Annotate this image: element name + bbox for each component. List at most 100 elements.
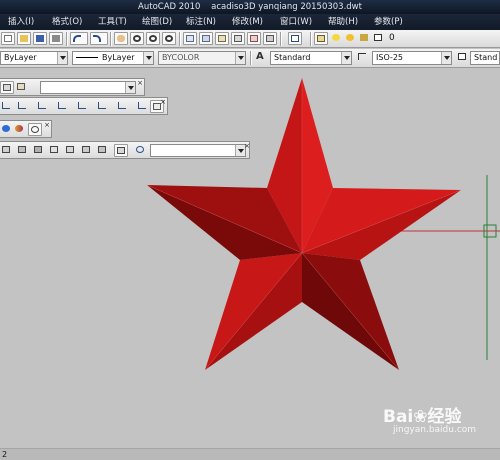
chevron-down-icon[interactable]	[57, 52, 67, 64]
properties-toolbar: ByLayer ByLayer BYCOLOR A Standard ISO-2…	[0, 49, 500, 68]
markup-button[interactable]	[247, 32, 261, 45]
menu-draw[interactable]: 绘图(D)	[142, 14, 172, 30]
layer-states-button[interactable]	[0, 81, 14, 94]
calculator-button[interactable]	[263, 32, 277, 45]
sphere-blue-icon	[2, 125, 10, 132]
ucs-view-button[interactable]	[76, 100, 90, 113]
sheet-set-icon	[234, 35, 242, 42]
layer-match-button[interactable]	[15, 81, 29, 94]
view-floating-toolbar: ×	[0, 141, 250, 159]
view-top-button[interactable]	[0, 144, 14, 157]
ucs-world-button[interactable]	[0, 100, 14, 113]
markup-icon	[250, 35, 258, 42]
pan-button[interactable]	[114, 32, 128, 45]
menu-format[interactable]: 格式(O)	[52, 14, 82, 30]
menu-modify[interactable]: 修改(M)	[232, 14, 263, 30]
new-button[interactable]	[1, 32, 15, 45]
undo-button[interactable]	[70, 32, 88, 45]
visual-style-realistic-button[interactable]	[0, 123, 14, 136]
menu-tools[interactable]: 工具(T)	[98, 14, 127, 30]
sheet-set-button[interactable]	[231, 32, 245, 45]
ucs-floating-toolbar: ×	[0, 97, 168, 115]
named-views-dropdown[interactable]	[150, 144, 246, 157]
view-left-button[interactable]	[32, 144, 46, 157]
file-title: acadiso3D yanqiang 20150303.dwt	[211, 2, 362, 12]
zoom-realtime-button[interactable]	[130, 32, 144, 45]
ucs-previous-button[interactable]	[16, 100, 30, 113]
help-button[interactable]	[288, 32, 302, 45]
redo-button[interactable]	[90, 32, 108, 45]
undo-icon	[73, 35, 81, 42]
layer-floating-dropdown[interactable]	[40, 81, 136, 94]
close-icon[interactable]: ×	[137, 80, 143, 87]
properties-button[interactable]	[183, 32, 197, 45]
menu-help[interactable]: 帮助(H)	[328, 14, 358, 30]
cube-icon	[82, 146, 90, 153]
zoom-window-button[interactable]	[146, 32, 160, 45]
dimension-style-control[interactable]: ISO-25	[372, 51, 452, 65]
cube-icon	[98, 146, 106, 153]
text-style-control[interactable]: Standard	[270, 51, 352, 65]
view-se-iso-button[interactable]	[64, 144, 78, 157]
view-ne-iso-button[interactable]	[80, 144, 94, 157]
text-style-value: Standard	[274, 53, 311, 62]
new-icon	[4, 35, 12, 42]
menu-window[interactable]: 窗口(W)	[280, 14, 312, 30]
close-icon[interactable]: ×	[244, 143, 250, 150]
chevron-down-icon[interactable]	[341, 52, 351, 64]
dimension-style-button[interactable]	[356, 51, 370, 64]
close-icon[interactable]: ×	[160, 99, 166, 106]
layer-lock-toggle[interactable]	[358, 32, 372, 45]
layer-manager-button[interactable]	[314, 32, 328, 45]
table-style-value: Stand	[474, 53, 498, 62]
named-views-button[interactable]	[134, 144, 148, 157]
ucs-object-button[interactable]	[56, 100, 70, 113]
ucs-3point-button[interactable]	[136, 100, 150, 113]
visual-style-manager-button[interactable]	[28, 123, 42, 136]
view-sw-iso-button[interactable]	[48, 144, 62, 157]
view-nw-iso-button[interactable]	[96, 144, 110, 157]
layout-tabs-bar: 2	[0, 448, 500, 460]
dimension-style-value: ISO-25	[376, 53, 404, 62]
color-control[interactable]: ByLayer	[0, 51, 68, 65]
design-center-icon	[202, 35, 210, 42]
view-front-button[interactable]	[16, 144, 30, 157]
menu-parameters[interactable]: 参数(P)	[374, 14, 403, 30]
text-style-button[interactable]: A	[254, 51, 268, 64]
ucs-zaxis-button[interactable]	[116, 100, 130, 113]
layer-match-icon	[17, 83, 25, 90]
menu-dimension[interactable]: 标注(N)	[186, 14, 216, 30]
open-button[interactable]	[17, 32, 31, 45]
ucs-face-icon	[38, 102, 46, 109]
zoom-previous-button[interactable]	[162, 32, 176, 45]
layer-color-swatch[interactable]	[372, 32, 386, 45]
layout-tab[interactable]: 2	[2, 450, 7, 459]
ucs-view-icon	[78, 102, 86, 109]
print-button[interactable]	[49, 32, 63, 45]
ucs-face-button[interactable]	[36, 100, 50, 113]
layer-bulb-toggle[interactable]	[330, 32, 344, 45]
properties-icon	[186, 35, 194, 42]
tool-palettes-button[interactable]	[215, 32, 229, 45]
drawing-canvas[interactable]	[0, 0, 500, 460]
layer-sun-toggle[interactable]	[344, 32, 358, 45]
visual-style-conceptual-button[interactable]	[13, 123, 27, 136]
table-style-control[interactable]: Stand	[470, 51, 500, 65]
paw-icon: ❀	[413, 407, 428, 427]
camera-button[interactable]	[114, 144, 128, 157]
chevron-down-icon[interactable]	[235, 52, 245, 64]
design-center-button[interactable]	[199, 32, 213, 45]
close-icon[interactable]: ×	[44, 122, 50, 129]
menu-insert[interactable]: 插入(I)	[8, 14, 34, 30]
chevron-down-icon[interactable]	[441, 52, 451, 64]
sphere-colored-icon	[15, 125, 23, 132]
lineweight-control[interactable]: BYCOLOR	[158, 51, 246, 65]
layers-floating-toolbar: ×	[0, 78, 145, 96]
chevron-down-icon[interactable]	[143, 52, 153, 64]
linetype-control[interactable]: ByLayer	[72, 51, 154, 65]
ucs-origin-button[interactable]	[96, 100, 110, 113]
sun-icon	[346, 34, 354, 41]
chevron-down-icon[interactable]	[125, 82, 135, 93]
table-style-button[interactable]	[456, 51, 470, 64]
save-button[interactable]	[33, 32, 47, 45]
